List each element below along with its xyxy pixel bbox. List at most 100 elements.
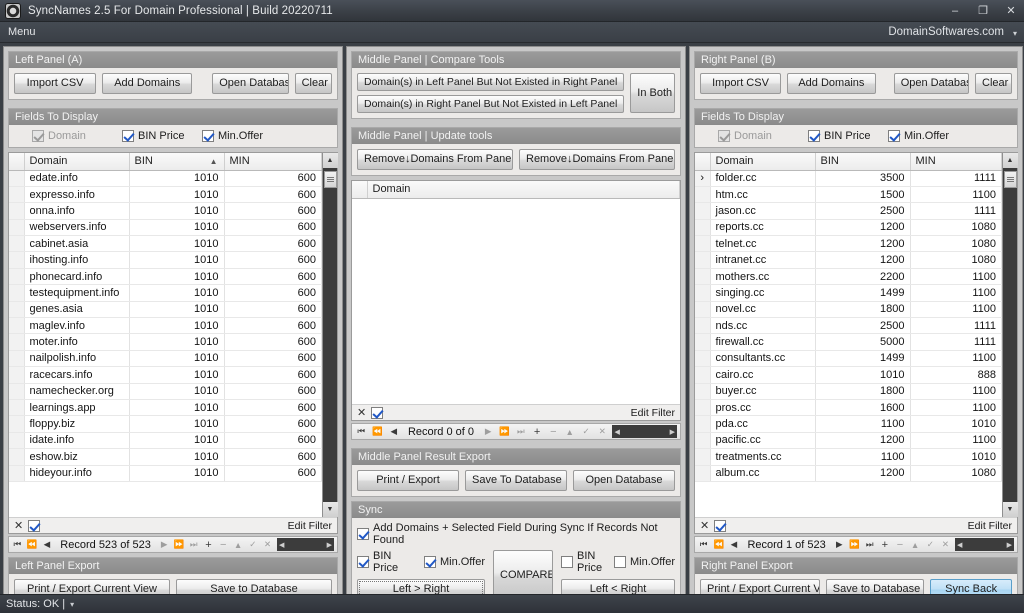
menu-item-menu[interactable]: Menu (0, 26, 44, 38)
right-clear-button[interactable]: Clear (975, 73, 1012, 94)
table-row[interactable]: treatments.cc 1100 1010 (695, 448, 1002, 466)
left-field-min-offer-checkbox[interactable]: Min.Offer (202, 130, 263, 142)
left-import-csv-button[interactable]: Import CSV (14, 73, 97, 94)
scroll-thumb[interactable] (1003, 171, 1017, 188)
table-row[interactable]: singing.cc 1499 1100 (695, 284, 1002, 302)
table-row[interactable]: maglev.info 1010 600 (9, 317, 322, 335)
table-row[interactable]: racecars.info 1010 600 (9, 366, 322, 384)
table-row[interactable]: eshow.biz 1010 600 (9, 448, 322, 466)
hscroll-left-icon[interactable]: ◀ (614, 428, 619, 436)
hscroll-right-icon[interactable]: ▶ (327, 541, 332, 549)
maximize-button[interactable]: ❐ (974, 3, 992, 19)
nav-first-icon[interactable]: ⏮ (355, 426, 367, 437)
hscroll-left-icon[interactable]: ◀ (957, 541, 962, 549)
nav-first-icon[interactable]: ⏮ (12, 539, 23, 550)
left-filter-enable-checkbox[interactable] (28, 519, 41, 532)
nav-last-icon[interactable]: ⏭ (864, 539, 875, 550)
nav-prev-icon[interactable]: ◀ (388, 426, 400, 437)
close-button[interactable]: ✕ (1002, 3, 1020, 19)
hscroll-left-icon[interactable]: ◀ (279, 541, 284, 549)
table-row[interactable]: novel.cc 1800 1100 (695, 301, 1002, 319)
nav-edit-icon[interactable]: ▲ (564, 427, 576, 437)
table-row[interactable]: buyer.cc 1800 1100 (695, 383, 1002, 400)
table-row[interactable]: firewall.cc 5000 1111 (695, 333, 1002, 351)
nav-next-icon[interactable]: ▶ (482, 426, 494, 437)
chevron-down-icon[interactable]: ▾ (1013, 29, 1017, 38)
nav-insert-icon[interactable]: + (879, 539, 890, 551)
remove-domains-panel-a-button[interactable]: Remove↓Domains From Panel A (357, 149, 513, 170)
middle-grid-header-domain[interactable]: Domain (367, 181, 680, 199)
right-import-csv-button[interactable]: Import CSV (700, 73, 782, 94)
right-field-min-offer-checkbox[interactable]: Min.Offer (888, 130, 949, 142)
right-grid-vertical-scrollbar[interactable]: ▲ ▼ (1002, 153, 1018, 517)
nav-next-page-icon[interactable]: ⏩ (174, 539, 185, 550)
table-row[interactable]: moter.info 1010 600 (9, 333, 322, 351)
nav-cancel-icon[interactable]: ✕ (262, 539, 273, 550)
nav-delete-icon[interactable]: − (894, 539, 905, 551)
nav-post-icon[interactable]: ✓ (580, 426, 592, 437)
left-filter-close-icon[interactable]: ✕ (14, 519, 23, 532)
middle-open-database-button[interactable]: Open Database (573, 470, 675, 491)
nav-last-icon[interactable]: ⏭ (188, 539, 199, 550)
status-chevron-down-icon[interactable]: ▾ (70, 600, 74, 609)
compare-right-not-left-button[interactable]: Domain(s) in Right Panel But Not Existed… (357, 95, 625, 113)
nav-edit-icon[interactable]: ▲ (910, 540, 921, 550)
nav-next-icon[interactable]: ▶ (159, 539, 170, 550)
hscroll-right-icon[interactable]: ▶ (670, 428, 675, 436)
table-row[interactable]: edate.info 1010 600 (9, 170, 322, 187)
left-edit-filter-link[interactable]: Edit Filter (288, 520, 332, 532)
nav-cancel-icon[interactable]: ✕ (596, 426, 608, 437)
table-row[interactable]: ihosting.info 1010 600 (9, 251, 322, 269)
table-row[interactable]: testequipment.info 1010 600 (9, 284, 322, 302)
table-row[interactable]: › folder.cc 3500 1111 (695, 170, 1002, 187)
nav-delete-icon[interactable]: − (218, 539, 229, 551)
nav-prev-page-icon[interactable]: ⏪ (371, 426, 383, 437)
right-open-database-button[interactable]: Open Database (893, 73, 969, 94)
middle-filter-enable-checkbox[interactable] (371, 406, 384, 419)
table-row[interactable]: intranet.cc 1200 1080 (695, 251, 1002, 269)
table-row[interactable]: learnings.app 1010 600 (9, 399, 322, 417)
nav-prev-icon[interactable]: ◀ (728, 539, 739, 550)
nav-next-page-icon[interactable]: ⏩ (849, 539, 860, 550)
scroll-thumb[interactable] (323, 171, 337, 188)
left-horizontal-scrollbar[interactable]: ◀ ▶ (276, 538, 334, 551)
left-grid-header-domain[interactable]: Domain (24, 153, 130, 171)
nav-insert-icon[interactable]: + (531, 426, 543, 438)
middle-save-to-database-button[interactable]: Save To Database (465, 470, 567, 491)
table-row[interactable]: onna.info 1010 600 (9, 202, 322, 220)
table-row[interactable]: phonecard.info 1010 600 (9, 268, 322, 286)
scroll-down-icon[interactable]: ▼ (322, 502, 338, 517)
table-row[interactable]: expresso.info 1010 600 (9, 186, 322, 204)
table-row[interactable]: jason.cc 2500 1111 (695, 202, 1002, 220)
table-row[interactable]: namechecker.org 1010 600 (9, 383, 322, 400)
table-row[interactable]: consultants.cc 1499 1100 (695, 350, 1002, 368)
table-row[interactable]: hideyour.info 1010 600 (9, 465, 322, 482)
left-field-bin-price-checkbox[interactable]: BIN Price (122, 130, 202, 142)
right-filter-enable-checkbox[interactable] (714, 519, 727, 532)
compare-left-not-right-button[interactable]: Domain(s) in Left Panel But Not Existed … (357, 73, 625, 91)
table-row[interactable]: telnet.cc 1200 1080 (695, 235, 1002, 253)
middle-filter-close-icon[interactable]: ✕ (357, 406, 366, 419)
nav-delete-icon[interactable]: − (547, 426, 559, 438)
left-add-domains-button[interactable]: Add Domains (102, 73, 193, 94)
middle-print-export-button[interactable]: Print / Export (357, 470, 459, 491)
nav-prev-page-icon[interactable]: ⏪ (27, 539, 38, 550)
nav-prev-icon[interactable]: ◀ (42, 539, 53, 550)
sync-right-bin-price-checkbox[interactable]: BIN Price (561, 550, 606, 574)
sync-right-min-offer-checkbox[interactable]: Min.Offer (613, 556, 675, 568)
table-row[interactable]: htm.cc 1500 1100 (695, 186, 1002, 204)
table-row[interactable]: mothers.cc 2200 1100 (695, 268, 1002, 286)
nav-next-page-icon[interactable]: ⏩ (498, 426, 510, 437)
nav-post-icon[interactable]: ✓ (925, 539, 936, 550)
table-row[interactable]: genes.asia 1010 600 (9, 301, 322, 319)
sync-left-bin-price-checkbox[interactable]: BIN Price (357, 550, 416, 574)
right-filter-close-icon[interactable]: ✕ (700, 519, 709, 532)
table-row[interactable]: cairo.cc 1010 888 (695, 366, 1002, 384)
left-open-database-button[interactable]: Open Database (212, 73, 289, 94)
table-row[interactable]: webservers.info 1010 600 (9, 219, 322, 237)
nav-next-icon[interactable]: ▶ (834, 539, 845, 550)
right-grid-header-domain[interactable]: Domain (710, 153, 816, 171)
right-grid-header-min[interactable]: MIN (910, 153, 1002, 171)
sync-compare-button[interactable]: COMPARE (493, 550, 553, 600)
nav-first-icon[interactable]: ⏮ (698, 539, 709, 550)
